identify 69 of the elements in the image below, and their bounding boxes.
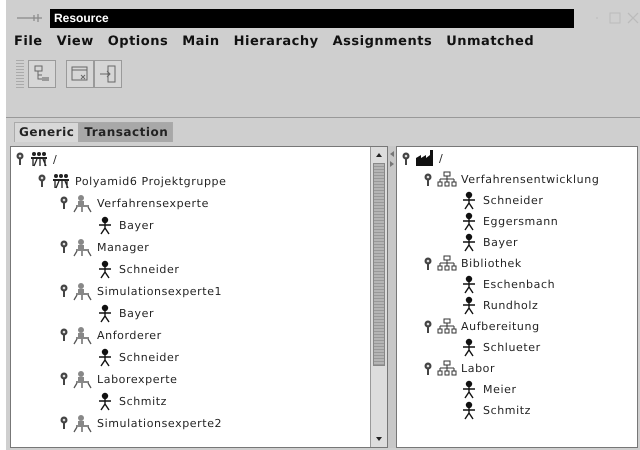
- tree-item[interactable]: Laborexperte: [97, 372, 178, 386]
- tree-handle-icon[interactable]: [59, 284, 69, 298]
- tree-item[interactable]: Polyamid6 Projektgruppe: [75, 174, 226, 188]
- tree-item[interactable]: Rundholz: [483, 299, 538, 312]
- org-chart-icon: [437, 170, 457, 189]
- tree-handle-icon[interactable]: [37, 174, 47, 188]
- window-title: Resource: [54, 11, 109, 25]
- tree-item[interactable]: Bibliothek: [461, 257, 522, 270]
- tab[interactable]: Generic: [14, 122, 80, 142]
- tree-item[interactable]: Eggersmann: [483, 215, 558, 228]
- tree-item[interactable]: Labor: [461, 362, 496, 375]
- tree-item[interactable]: Schneider: [119, 262, 180, 276]
- tree-item[interactable]: Schneider: [119, 350, 180, 364]
- chair-person-icon: [73, 194, 93, 212]
- tree-item[interactable]: Verfahrensexperte: [97, 196, 209, 210]
- menu-item[interactable]: Unmatched: [446, 34, 534, 48]
- tab[interactable]: Transaction: [79, 122, 174, 142]
- menu-item[interactable]: View: [56, 34, 94, 48]
- tree-item[interactable]: Schmitz: [483, 404, 532, 417]
- tree-item[interactable]: Meier: [483, 383, 517, 396]
- toolbar-button[interactable]: [66, 60, 94, 88]
- menu-item[interactable]: Hierarachy: [234, 34, 319, 48]
- menu-item[interactable]: Main: [182, 34, 220, 48]
- chair-person-icon: [73, 414, 93, 432]
- toolbar-button[interactable]: [28, 60, 56, 88]
- tree-handle-icon[interactable]: [401, 152, 411, 166]
- tree-item[interactable]: /: [53, 152, 58, 166]
- tree-handle-icon[interactable]: [59, 372, 69, 386]
- org-chart-icon: [437, 359, 457, 378]
- tree-item[interactable]: Schneider: [483, 194, 544, 207]
- factory-icon: [415, 149, 435, 168]
- tree-handle-icon[interactable]: [59, 416, 69, 430]
- tree-item[interactable]: Verfahrensentwicklung: [461, 173, 600, 186]
- tree-item[interactable]: Aufbereitung: [461, 320, 540, 333]
- menu-item[interactable]: Assignments: [332, 34, 432, 48]
- chair-person-icon: [73, 282, 93, 300]
- scrollbar[interactable]: [370, 147, 387, 447]
- tree-item[interactable]: Simulationsexperte2: [97, 416, 222, 430]
- tree-handle-icon[interactable]: [423, 172, 433, 186]
- tree-item[interactable]: Eschenbach: [483, 278, 556, 291]
- menu-item[interactable]: File: [14, 34, 43, 48]
- tree-item[interactable]: Manager: [97, 240, 150, 254]
- tree-item[interactable]: Bayer: [119, 306, 154, 320]
- chair-person-icon: [73, 370, 93, 388]
- enter-icon: [98, 64, 118, 84]
- hierarchy-icon: [32, 64, 52, 84]
- chair-person-icon: [73, 238, 93, 256]
- tree-handle-icon[interactable]: [423, 320, 433, 334]
- org-chart-icon: [437, 254, 457, 273]
- tree-handle-icon[interactable]: [423, 362, 433, 376]
- tree-handle-icon[interactable]: [59, 328, 69, 342]
- scrollbar-thumb[interactable]: [373, 163, 385, 366]
- tree-item[interactable]: /: [439, 152, 444, 165]
- tree-handle-icon[interactable]: [15, 152, 25, 166]
- tree-handle-icon[interactable]: [423, 256, 433, 270]
- tree-item[interactable]: Bayer: [119, 218, 154, 232]
- tree-handle-icon[interactable]: [59, 196, 69, 210]
- tree-item[interactable]: Schlueter: [483, 341, 541, 354]
- tree-item[interactable]: Schmitz: [119, 394, 168, 408]
- menu-item[interactable]: Options: [108, 34, 168, 48]
- tree-handle-icon[interactable]: [59, 240, 69, 254]
- tree-item[interactable]: Simulationsexperte1: [97, 284, 222, 298]
- tree-item[interactable]: Bayer: [483, 236, 518, 249]
- org-chart-icon: [437, 317, 457, 336]
- group-icon: [51, 172, 71, 190]
- tree-item[interactable]: Anforderer: [97, 328, 162, 342]
- chair-person-icon: [73, 326, 93, 344]
- toolbar-button[interactable]: [94, 60, 122, 88]
- group-icon: [29, 150, 49, 168]
